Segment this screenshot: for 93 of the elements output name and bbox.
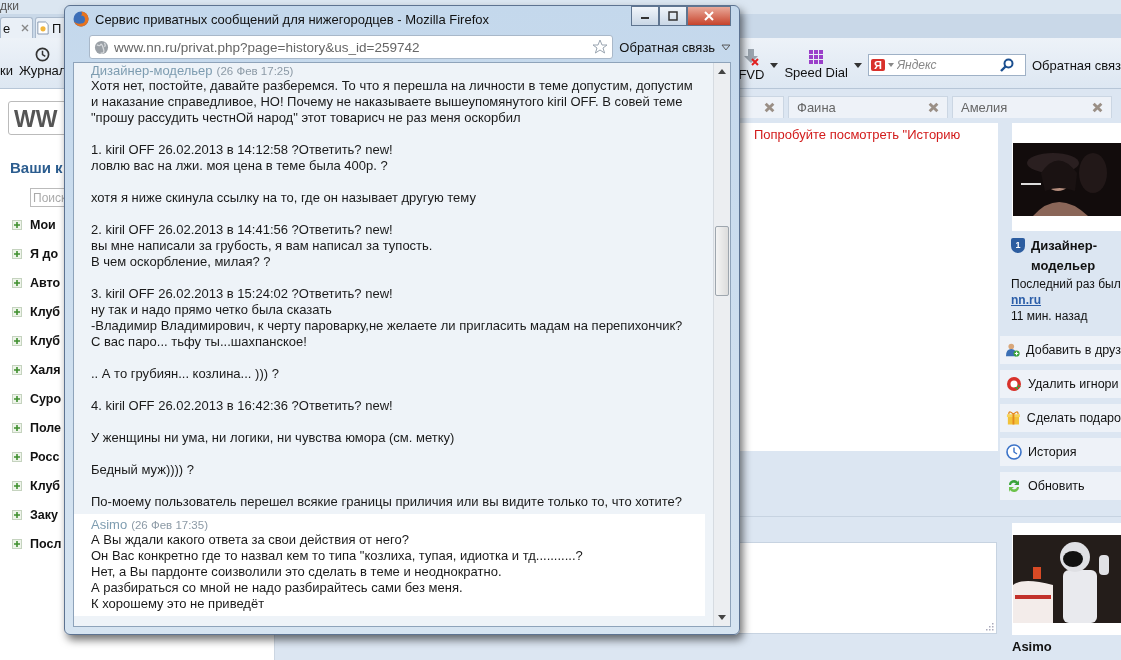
category-link[interactable]: Росс [30, 450, 60, 464]
search-field[interactable]: Я Яндекс [868, 54, 1026, 76]
close-icon[interactable] [21, 24, 29, 32]
message-paragraph: У женщины ни ума, ни логики, ни чувства юмора (см. метку) [91, 430, 456, 446]
refresh-icon [1006, 478, 1022, 494]
maximize-icon [668, 11, 678, 21]
close-icon [704, 11, 714, 21]
scrollbar[interactable] [713, 63, 730, 626]
browser-tab[interactable]: е [0, 17, 33, 38]
plus-icon[interactable] [12, 278, 22, 288]
feedback-label[interactable]: Обратная связ [1032, 57, 1121, 73]
action-button[interactable]: Сделать подаро [1000, 404, 1121, 432]
category-link[interactable]: Халя [30, 363, 61, 377]
caret-icon[interactable] [854, 62, 862, 68]
page-icon [37, 21, 49, 35]
category-link[interactable]: Посл [30, 537, 62, 551]
firefox-icon [73, 11, 89, 27]
message-paragraph: Хотя нет, постойте, давайте разберемся. То что я перешла на личности в теме допустим, допустим и наказание справедливое, НО! Почему не наказываете вышеупомянутого kiril OFF. В совей теме "прошу рассудить честнОй народ" этот товарисч не раз меня оскорбил [91, 78, 694, 126]
plus-icon[interactable] [12, 452, 22, 462]
gift-icon [1006, 410, 1021, 426]
plus-icon[interactable] [12, 394, 22, 404]
clock-icon [1006, 444, 1022, 460]
caret-icon[interactable] [770, 62, 779, 68]
star-icon[interactable] [592, 39, 609, 55]
globe-icon [94, 39, 109, 55]
action-button[interactable]: Добавить в друз [1000, 336, 1121, 364]
chat-tab[interactable]: Фаина [788, 96, 948, 118]
plus-icon[interactable] [12, 249, 22, 259]
message-paragraph: Бедный муж)))) ? [91, 462, 196, 478]
scroll-thumb[interactable] [715, 226, 729, 296]
download-icon [742, 48, 761, 66]
time-ago-text: 11 мин. назад [1011, 308, 1089, 324]
plus-icon[interactable] [12, 423, 22, 433]
person-add-icon [1006, 342, 1021, 358]
bookmarks-label[interactable]: ки [0, 63, 13, 78]
address-bar[interactable]: www.nn.ru/privat.php?page=history&us_id=259742 [89, 35, 614, 59]
plus-icon[interactable] [12, 220, 22, 230]
user-name[interactable]: Asimo [1012, 639, 1052, 654]
close-icon[interactable] [1092, 102, 1103, 113]
plus-icon[interactable] [12, 481, 22, 491]
scroll-down-icon[interactable] [718, 615, 726, 620]
plus-icon[interactable] [12, 307, 22, 317]
message-paragraph: По-моему пользователь перешел всякие границы приличия или вы видите только то, что хотите? [91, 494, 684, 510]
category-link[interactable]: Авто [30, 276, 61, 290]
category-link[interactable]: Заку [30, 508, 58, 522]
grid-icon [809, 50, 824, 64]
message-paragraph: .. А то грубиян... козлина... ))) ? [91, 366, 280, 382]
category-link[interactable]: Поле [30, 421, 62, 435]
category-link[interactable]: Мои [30, 218, 56, 232]
rank-badge: 1 [1011, 238, 1025, 253]
category-link[interactable]: Клуб [30, 334, 61, 348]
feedback-link[interactable]: Обратная связь [619, 39, 716, 55]
chat-tab[interactable]: Амелия [952, 96, 1112, 118]
message-paragraph: 1. kiril OFF 26.02.2013 в 14:12:58 ?Ответить? new! ловлю вас на лжи. моя цена в теме была 400р. ? [91, 142, 394, 174]
message-paragraph: 3. kiril OFF 26.02.2013 в 15:24:02 ?Ответить? new! ну так и надо прямо четко была сказать -Владимир Владимирович, к черту пароварку,не желаете ли пригласить мадам на перепихончик? С вас паро... тьфу ты...шахпанское! [91, 286, 684, 350]
maximize-button[interactable] [659, 6, 687, 26]
search-icon[interactable] [999, 58, 1014, 72]
section-heading: Ваши к [10, 159, 63, 176]
close-icon[interactable] [928, 102, 939, 113]
menu-item[interactable]: дки [0, 0, 19, 14]
plus-icon[interactable] [12, 510, 22, 520]
category-link[interactable]: Суро [30, 392, 62, 406]
speed-dial-button[interactable]: Speed Dial [784, 50, 848, 80]
search-engine-logo[interactable]: Я [871, 59, 885, 71]
message-paragraph: 2. kiril OFF 26.02.2013 в 14:41:56 ?Ответить? new! вы мне написали за грубость, я вам написал за тупость. В чем оскорбление, милая? ? [91, 222, 434, 270]
minimize-button[interactable] [631, 6, 659, 26]
category-link[interactable]: Я до [30, 247, 59, 261]
close-button[interactable] [687, 6, 731, 26]
plus-icon[interactable] [12, 365, 22, 375]
plus-icon[interactable] [12, 539, 22, 549]
last-seen-text: Последний раз был [1011, 276, 1121, 292]
scroll-up-icon[interactable] [718, 69, 726, 74]
notice-text: Попробуйте посмотреть "Историю [754, 127, 961, 142]
action-button[interactable]: История [1000, 438, 1121, 466]
resize-grip-icon[interactable] [986, 623, 994, 631]
message-date: (26 Фев 17:25) [216, 65, 294, 77]
message-paragraph: 4. kiril OFF 26.02.2013 в 16:42:36 ?Ответить? new! [91, 398, 394, 414]
site-link[interactable]: nn.ru [1011, 292, 1041, 308]
clock-icon [35, 47, 51, 62]
category-link[interactable]: Клуб [30, 479, 61, 493]
action-button[interactable]: Удалить игнори [1000, 370, 1121, 398]
user-name[interactable]: Дизайнер-модельер [1031, 236, 1111, 276]
category-link[interactable]: Клуб [30, 305, 61, 319]
fvd-button[interactable]: FVD [738, 48, 765, 82]
message-paragraph: хотя я ниже скинула ссылку на то, где он называет другую тему [91, 190, 477, 206]
window-title: Сервис приватных сообщений для нижегородцев - Mozilla Firefox [95, 11, 491, 27]
message-date: (26 Фев 17:35) [131, 519, 208, 531]
plus-icon[interactable] [12, 336, 22, 346]
block-icon [1006, 376, 1022, 392]
message-paragraph: А Вы ждали какого ответа за свои действия от него? Он Вас конкретно где то назвал кем то типа "козлиха, тупая, идиотка и тд...........? Нет, а Вы пардонте соизволили это сделать в теме и неоднократно. А разбираться со мной не надо разбирайтесь сами без меня. К хорошему это не приведёт [91, 532, 584, 612]
close-icon[interactable] [764, 102, 775, 113]
action-button[interactable]: Обновить [1000, 472, 1121, 500]
history-button[interactable]: Журнал [18, 47, 67, 78]
